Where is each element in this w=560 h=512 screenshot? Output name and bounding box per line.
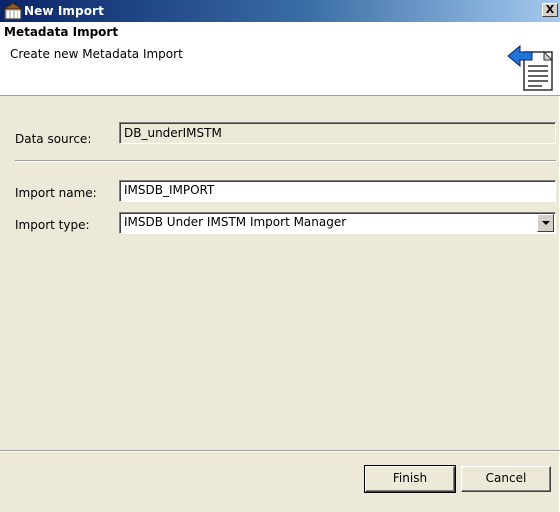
divider bbox=[15, 160, 556, 162]
finish-button[interactable]: Finish bbox=[364, 465, 456, 493]
footer-divider bbox=[0, 450, 560, 452]
cancel-button[interactable]: Cancel bbox=[461, 466, 551, 492]
new-import-dialog: New Import X Metadata Import Create new … bbox=[0, 0, 560, 512]
import-name-label: Import name: bbox=[15, 186, 97, 200]
title-bar[interactable]: New Import X bbox=[0, 0, 560, 22]
wizard-document-icon bbox=[507, 44, 554, 91]
import-type-label: Import type: bbox=[15, 218, 90, 232]
chevron-down-icon[interactable] bbox=[537, 214, 554, 232]
import-type-select[interactable]: IMSDB Under IMSTM Import Manager bbox=[119, 212, 556, 234]
close-button[interactable]: X bbox=[542, 3, 558, 17]
banner-title: Metadata Import bbox=[4, 25, 119, 39]
data-source-field: DB_underIMSTM bbox=[119, 122, 556, 144]
import-name-input[interactable]: IMSDB_IMPORT bbox=[119, 180, 556, 202]
wizard-banner: Metadata Import Create new Metadata Impo… bbox=[0, 22, 560, 96]
app-icon bbox=[4, 2, 22, 20]
banner-subtitle: Create new Metadata Import bbox=[10, 47, 183, 61]
close-icon: X bbox=[545, 3, 555, 16]
import-type-value: IMSDB Under IMSTM Import Manager bbox=[124, 215, 347, 229]
window-title: New Import bbox=[24, 4, 104, 18]
data-source-label: Data source: bbox=[15, 132, 92, 146]
